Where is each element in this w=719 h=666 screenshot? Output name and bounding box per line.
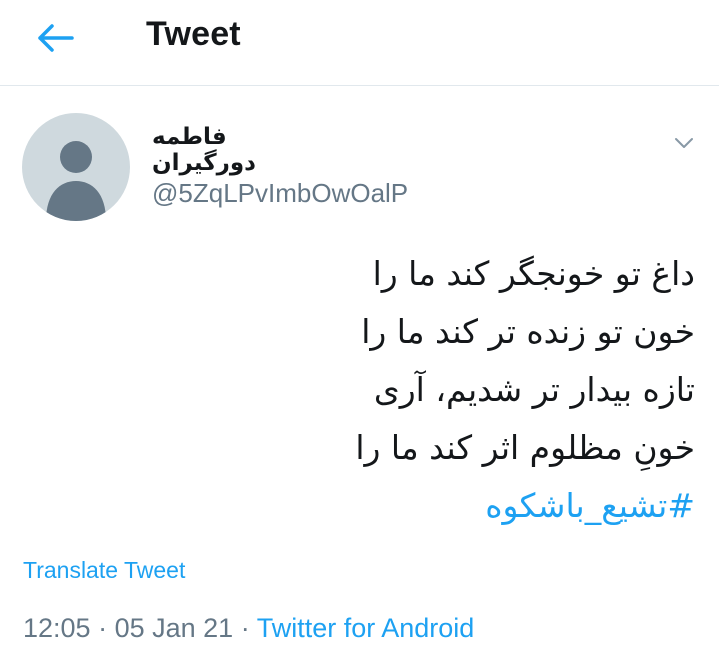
tweet-date: 05 Jan 21: [114, 613, 234, 643]
tweet-metadata: 12:05 · 05 Jan 21 · Twitter for Android: [23, 613, 474, 644]
separator: ·: [233, 613, 257, 643]
default-profile-icon: [46, 141, 106, 221]
translate-tweet-link[interactable]: Translate Tweet: [23, 557, 185, 584]
tweet-source-link[interactable]: Twitter for Android: [257, 613, 475, 643]
top-bar: Tweet: [0, 0, 719, 86]
avatar[interactable]: [22, 113, 130, 221]
author-display-name[interactable]: فاطمه دورگیران: [152, 124, 338, 176]
chevron-down-icon: [675, 138, 693, 148]
tweet-line: تازه بیدار تر شدیم، آری: [373, 370, 695, 409]
hashtag-link[interactable]: #تشیع_باشکوه: [35, 477, 695, 535]
more-options-button[interactable]: [669, 128, 699, 158]
tweet-line: خون تو زنده تر کند ما را: [361, 312, 695, 351]
tweet-line: داغ تو خونجگر کند ما را: [372, 254, 695, 293]
page-title: Tweet: [146, 15, 241, 53]
tweet-line: خونِ مظلوم اثر کند ما را: [355, 428, 695, 467]
back-button[interactable]: [32, 18, 78, 58]
arrow-left-icon: [38, 24, 74, 52]
separator: ·: [90, 613, 115, 643]
tweet-time: 12:05: [23, 613, 91, 643]
tweet-text: داغ تو خونجگر کند ما را خون تو زنده تر ک…: [35, 245, 695, 535]
author-handle[interactable]: @5ZqLPvImbOwOalP: [152, 178, 408, 209]
